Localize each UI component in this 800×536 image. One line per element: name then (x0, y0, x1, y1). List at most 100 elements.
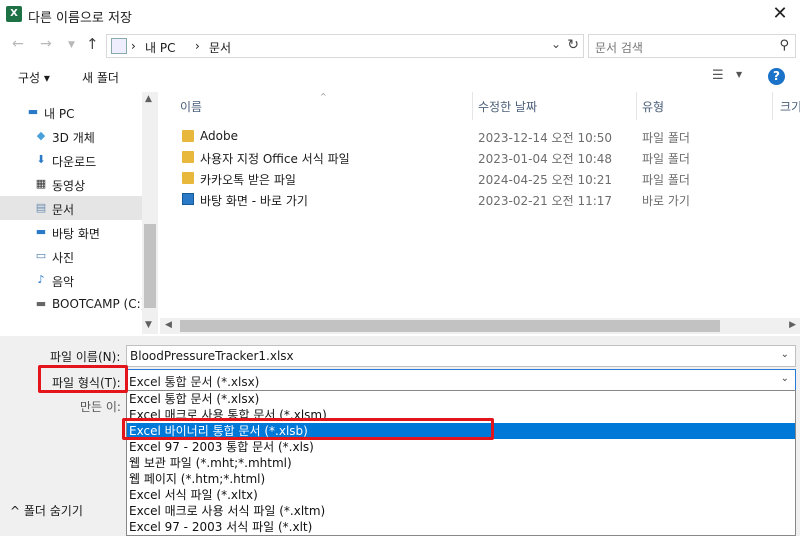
filetype-option[interactable]: Excel 97 - 2003 통합 문서 (*.xls) (127, 439, 795, 455)
new-folder-button[interactable]: 새 폴더 (82, 69, 119, 86)
scroll-left-icon[interactable]: ◀ (165, 320, 172, 330)
file-name: 카카오톡 받은 파일 (200, 173, 296, 187)
organize-button[interactable]: 구성 ▾ (18, 69, 50, 86)
view-options-icon[interactable]: ☰ (712, 68, 724, 83)
file-type: 바로 가기 (642, 194, 690, 208)
view-dropdown-icon[interactable]: ▼ (736, 70, 742, 79)
video-icon: ▦ (35, 177, 47, 190)
close-button[interactable]: ✕ (768, 3, 792, 25)
up-arrow-icon[interactable]: ↑ (86, 35, 99, 53)
option-label: Excel 서식 파일 (*.xltx) (129, 488, 258, 502)
table-row[interactable]: 카카오톡 받은 파일 2024-04-25 오전 10:21 파일 폴더 (160, 168, 800, 189)
sidebar-item-label: 문서 (52, 203, 75, 217)
desktop-icon: ▬ (35, 225, 47, 238)
folder-icon (182, 130, 194, 142)
sidebar-item-label: 다운로드 (52, 155, 97, 169)
file-list: ^ 이름 수정한 날짜 유형 크기 Adobe 2023-12-14 오전 10… (160, 92, 800, 334)
filename-value: BloodPressureTracker1.xlsx (130, 349, 294, 363)
breadcrumb-documents[interactable]: 문서 (209, 39, 231, 56)
download-icon: ⬇ (36, 153, 46, 166)
sidebar-item-label: 바탕 화면 (52, 227, 100, 241)
file-name: 사용자 지정 Office 서식 파일 (200, 152, 350, 166)
recent-locations-chevron-icon[interactable]: ▼ (68, 40, 75, 50)
folder-icon (182, 172, 194, 184)
column-divider[interactable] (772, 92, 773, 120)
file-date: 2023-02-21 오전 11:17 (478, 194, 613, 208)
author-label: 만든 이: (80, 400, 121, 414)
table-row[interactable]: Adobe 2023-12-14 오전 10:50 파일 폴더 (160, 126, 800, 147)
column-divider[interactable] (636, 92, 637, 120)
filetype-option[interactable]: Excel 서식 파일 (*.xltx) (127, 487, 795, 503)
search-icon[interactable]: ⚲ (779, 38, 789, 53)
column-header-name[interactable]: 이름 (180, 98, 202, 115)
sidebar-item-documents[interactable]: ▤ 문서 (0, 196, 142, 220)
option-label: Excel 97 - 2003 통합 문서 (*.xls) (129, 440, 314, 454)
sidebar-item-desktop[interactable]: ▬ 바탕 화면 (0, 220, 142, 244)
column-header-date[interactable]: 수정한 날짜 (478, 98, 537, 115)
address-dropdown-icon[interactable]: ⌄ (551, 37, 561, 51)
back-arrow-icon[interactable]: ← (12, 36, 24, 52)
column-divider[interactable] (472, 92, 473, 120)
file-name: 바탕 화면 - 바로 가기 (200, 194, 308, 208)
sidebar-item-3d-objects[interactable]: ◆ 3D 개체 (0, 124, 142, 148)
breadcrumb-this-pc[interactable]: 내 PC (145, 39, 175, 56)
filetype-option[interactable]: 웹 보관 파일 (*.mht;*.mhtml) (127, 455, 795, 471)
sidebar-item-bootcamp-drive[interactable]: ▬ BOOTCAMP (C:) (0, 292, 146, 316)
breadcrumb-chevron-icon[interactable]: › (195, 39, 200, 53)
chevron-down-icon[interactable]: ⌄ (781, 373, 789, 384)
sidebar-item-pictures[interactable]: ▭ 사진 (0, 244, 142, 268)
highlight-box-xlsb-option (122, 418, 494, 440)
sidebar-item-videos[interactable]: ▦ 동영상 (0, 172, 142, 196)
sidebar-item-label: BOOTCAMP (C:) (52, 297, 146, 311)
chevron-down-icon[interactable]: ⌄ (781, 349, 789, 360)
scrollbar-thumb[interactable] (144, 224, 156, 308)
hide-folders-button[interactable]: ^ 폴더 숨기기 (10, 502, 83, 519)
forward-arrow-icon[interactable]: → (40, 36, 52, 52)
title-bar: X 다른 이름으로 저장 ✕ (0, 0, 800, 30)
search-input[interactable]: 문서 검색 ⚲ (588, 34, 796, 58)
folder-icon (182, 151, 194, 163)
scroll-right-icon[interactable]: ▶ (789, 320, 796, 330)
scrollbar-thumb[interactable] (180, 320, 720, 332)
option-label: 웹 보관 파일 (*.mht;*.mhtml) (129, 456, 292, 470)
filetype-value: Excel 통합 문서 (*.xlsx) (129, 375, 260, 389)
sidebar-item-label: 동영상 (52, 179, 86, 193)
filetype-option[interactable]: 웹 페이지 (*.htm;*.html) (127, 471, 795, 487)
music-icon: ♪ (37, 273, 45, 286)
file-type: 파일 폴더 (642, 152, 690, 166)
filetype-select[interactable]: Excel 통합 문서 (*.xlsx) ⌄ (126, 369, 796, 391)
scroll-up-icon[interactable]: ▲ (145, 94, 152, 104)
breadcrumb-chevron-icon[interactable]: › (131, 39, 136, 53)
scroll-down-icon[interactable]: ▼ (145, 320, 152, 330)
documents-icon: ▤ (35, 201, 47, 214)
navigation-row: ← → ▼ ↑ › 내 PC › 문서 ⌄ ↻ 문서 검색 ⚲ (0, 30, 800, 62)
nav-pane-scrollbar[interactable]: ▲ ▼ (142, 92, 158, 334)
refresh-icon[interactable]: ↻ (567, 37, 579, 53)
column-header-type[interactable]: 유형 (642, 98, 664, 115)
sidebar-item-this-pc[interactable]: ▬ 내 PC (0, 100, 142, 124)
horizontal-scrollbar[interactable]: ◀ ▶ (160, 318, 800, 334)
filetype-option[interactable]: Excel 매크로 사용 서식 파일 (*.xltm) (127, 503, 795, 519)
filename-field[interactable]: BloodPressureTracker1.xlsx ⌄ (126, 345, 796, 367)
filetype-option[interactable]: Excel 97 - 2003 서식 파일 (*.xlt) (127, 519, 795, 535)
navigation-pane: ▬ 내 PC ◆ 3D 개체 ⬇ 다운로드 ▦ 동영상 ▤ 문서 ▬ 바탕 화면… (0, 92, 158, 334)
table-row[interactable]: 바탕 화면 - 바로 가기 2023-02-21 오전 11:17 바로 가기 (160, 189, 800, 210)
filetype-option[interactable]: Excel 통합 문서 (*.xlsx) (127, 391, 795, 407)
column-header-size[interactable]: 크기 (780, 98, 800, 115)
sort-ascending-icon: ^ (320, 92, 327, 101)
option-label: Excel 97 - 2003 서식 파일 (*.xlt) (129, 520, 313, 534)
file-date: 2023-01-04 오전 10:48 (478, 152, 613, 166)
window-title: 다른 이름으로 저장 (28, 11, 132, 26)
option-label: 웹 페이지 (*.htm;*.html) (129, 472, 266, 486)
table-row[interactable]: 사용자 지정 Office 서식 파일 2023-01-04 오전 10:48 … (160, 147, 800, 168)
pictures-icon: ▭ (35, 249, 47, 262)
file-date: 2023-12-14 오전 10:50 (478, 131, 613, 145)
help-icon[interactable]: ? (768, 68, 785, 85)
sidebar-item-downloads[interactable]: ⬇ 다운로드 (0, 148, 142, 172)
sidebar-item-music[interactable]: ♪ 음악 (0, 268, 142, 292)
address-bar[interactable]: › 내 PC › 문서 ⌄ ↻ (106, 34, 584, 58)
filetype-dropdown-list: Excel 통합 문서 (*.xlsx) Excel 매크로 사용 통합 문서 … (126, 390, 796, 536)
3d-objects-icon: ◆ (36, 129, 46, 142)
sidebar-item-label: 음악 (52, 275, 75, 289)
sidebar-item-label: 사진 (52, 251, 75, 265)
